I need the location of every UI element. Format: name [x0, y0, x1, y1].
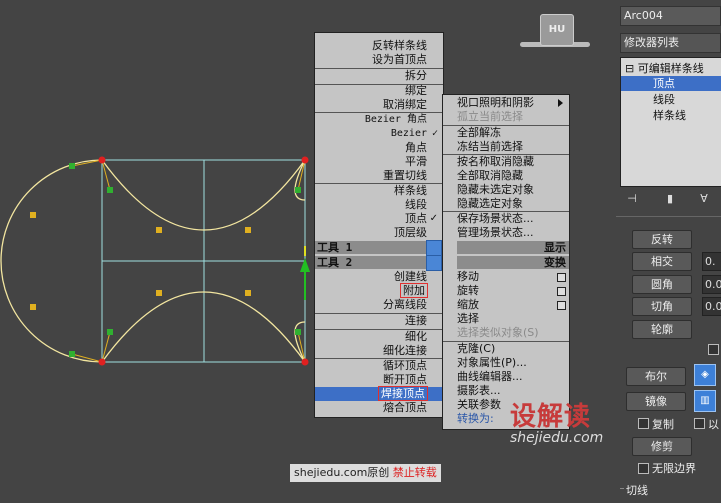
intersect-value[interactable]: 0.: [702, 252, 721, 271]
mirror-horizontal-icon[interactable]: ▥: [694, 390, 716, 412]
menu-item-select-similar: 选择类似对象(S): [457, 326, 539, 339]
quad-title-display: 显示: [457, 241, 569, 254]
menu-item-unfreeze-all[interactable]: 全部解冻: [443, 126, 569, 140]
menu-item-move[interactable]: 移动: [443, 270, 569, 284]
make-unique-icon[interactable]: ∀: [694, 190, 714, 208]
menu-item-scale[interactable]: 缩放: [443, 298, 569, 312]
menu-item-unbind[interactable]: 取消绑定: [315, 98, 443, 112]
quad-title-transform: 变换: [457, 256, 569, 269]
show-end-result-icon[interactable]: ▮: [660, 190, 680, 208]
reverse-button[interactable]: 反转: [632, 230, 692, 249]
menu-item-unhide-all[interactable]: 全部取消隐藏: [443, 169, 569, 183]
menu-item-freeze-selection[interactable]: 冻结当前选择: [443, 140, 569, 154]
menu-item-hide-unselected[interactable]: 隐藏未选定对象: [443, 183, 569, 197]
menu-item-connect[interactable]: 连接: [315, 314, 443, 328]
settings-box-icon[interactable]: [557, 273, 566, 282]
menu-item-corner[interactable]: 角点: [315, 141, 443, 155]
boolean-union-icon[interactable]: ◈: [694, 364, 716, 386]
quad-select-top-left[interactable]: [426, 240, 442, 256]
move-gizmo: [300, 246, 310, 300]
menu-item-attach[interactable]: 附加: [315, 283, 443, 298]
chamfer-button[interactable]: 切角: [632, 297, 692, 316]
about-pivot-checkbox[interactable]: [694, 418, 705, 429]
menu-item-isolate-selection: 孤立当前选择: [457, 110, 523, 123]
menu-item-create-line[interactable]: 创建线: [315, 270, 443, 284]
stack-item-segment[interactable]: 线段: [621, 92, 721, 107]
menu-item-set-first-vertex[interactable]: 设为首顶点: [315, 53, 443, 67]
infinite-bounds-checkbox[interactable]: [638, 463, 649, 474]
panel-divider: [616, 216, 721, 217]
menu-item-break-vertices[interactable]: 断开顶点: [315, 373, 443, 387]
menu-item-manage-scene-states[interactable]: 管理场景状态...: [443, 226, 569, 240]
menu-item-vertex[interactable]: 顶点 ✓: [315, 212, 443, 226]
intersect-button[interactable]: 相交: [632, 252, 692, 271]
menu-item-viewport-lighting[interactable]: 视口照明和阴影: [443, 96, 569, 110]
fillet-value[interactable]: 0.0: [702, 275, 721, 294]
group-border: [620, 488, 624, 489]
fillet-button[interactable]: 圆角: [632, 275, 692, 294]
menu-item-save-scene-state[interactable]: 保存场景状态...: [443, 212, 569, 226]
viewcube[interactable]: HU: [540, 14, 574, 46]
center-checkbox[interactable]: [708, 344, 719, 355]
menu-item-cycle-vertices[interactable]: 循环顶点: [315, 359, 443, 373]
menu-item-clone[interactable]: 克隆(C): [443, 342, 569, 356]
outline-button[interactable]: 轮廓: [632, 320, 692, 339]
menu-item-refine[interactable]: 细化: [315, 330, 443, 344]
about-pivot-label: 以: [708, 418, 719, 431]
stack-item-vertex[interactable]: 顶点: [621, 76, 721, 91]
menu-item-object-properties[interactable]: 对象属性(P)...: [443, 356, 569, 370]
menu-item-hide-selection[interactable]: 隐藏选定对象: [443, 197, 569, 211]
menu-item-refine-connect[interactable]: 细化连接: [315, 344, 443, 358]
modifier-list-dropdown[interactable]: 修改器列表: [620, 33, 721, 53]
menu-item-weld-vertices[interactable]: 焊接顶点: [315, 386, 443, 401]
menu-item-select[interactable]: 选择: [443, 312, 569, 326]
menu-item-reverse-spline[interactable]: 反转样条线: [315, 39, 443, 53]
menu-item-break[interactable]: 拆分: [315, 69, 443, 83]
menu-item-smooth[interactable]: 平滑: [315, 155, 443, 169]
collapse-icon[interactable]: ⊟: [625, 62, 634, 75]
copy-checkbox[interactable]: [638, 418, 649, 429]
stack-item-spline[interactable]: 样条线: [621, 108, 721, 123]
copy-label: 复制: [652, 418, 674, 431]
menu-item-rotate[interactable]: 旋转: [443, 284, 569, 298]
settings-box-icon[interactable]: [557, 287, 566, 296]
quad-select-bottom-left[interactable]: [426, 255, 442, 271]
quad-menu-left: 反转样条线 设为首顶点 拆分 绑定 取消绑定 Bezier 角点 Bezier ✓…: [314, 32, 444, 418]
command-panel: Arc004 修改器列表 ⊟ 可编辑样条线 顶点 线段 样条线 ⊣ ▮ ∀ 反转…: [606, 0, 721, 503]
trim-button[interactable]: 修剪: [632, 437, 692, 456]
watermark-url: shejiedu.com: [510, 430, 604, 446]
mirror-button[interactable]: 镜像: [626, 392, 686, 411]
quad-title-tools2: 工具 2: [315, 256, 427, 269]
menu-item-bezier[interactable]: Bezier ✓: [315, 127, 443, 141]
object-name-field[interactable]: Arc004: [620, 6, 721, 26]
watermark-logo: 设解读: [510, 402, 592, 432]
tangent-group-label: 切线: [626, 484, 648, 497]
menu-item-detach-segment[interactable]: 分离线段: [315, 298, 443, 312]
handle-points: [69, 163, 301, 357]
credit-banner: shejiedu.com原创 禁止转载: [290, 464, 441, 482]
pin-stack-icon[interactable]: ⊣: [622, 190, 642, 208]
menu-item-top-level[interactable]: 顶层级: [315, 226, 443, 240]
checkmark-icon: ✓: [429, 213, 438, 224]
menu-item-curve-editor[interactable]: 曲线编辑器...: [443, 370, 569, 384]
stack-item-editable-spline[interactable]: ⊟ 可编辑样条线: [621, 61, 721, 76]
menu-item-bezier-corner[interactable]: Bezier 角点: [315, 113, 443, 127]
menu-item-unhide-by-name[interactable]: 按名称取消隐藏: [443, 155, 569, 169]
checkmark-icon: ✓: [431, 128, 438, 139]
boolean-button[interactable]: 布尔: [626, 367, 686, 386]
grid-lines: [101, 159, 306, 363]
quad-title-tools1: 工具 1: [315, 241, 427, 254]
settings-box-icon[interactable]: [557, 301, 566, 310]
arc-left: [0, 159, 103, 363]
submenu-arrow-icon: [558, 99, 563, 107]
menu-item-fuse-vertices[interactable]: 熔合顶点: [315, 401, 443, 415]
infinite-bounds-label: 无限边界: [652, 462, 696, 475]
menu-item-segment[interactable]: 线段: [315, 198, 443, 212]
modifier-stack[interactable]: ⊟ 可编辑样条线 顶点 线段 样条线: [620, 57, 721, 187]
quad-menu-right: 视口照明和阴影 孤立当前选择 全部解冻 冻结当前选择 按名称取消隐藏 全部取消隐…: [442, 94, 570, 430]
menu-item-bind[interactable]: 绑定: [315, 84, 443, 98]
menu-item-reset-tangents[interactable]: 重置切线: [315, 169, 443, 183]
menu-item-spline[interactable]: 样条线: [315, 184, 443, 198]
chamfer-value[interactable]: 0.0: [702, 297, 721, 316]
